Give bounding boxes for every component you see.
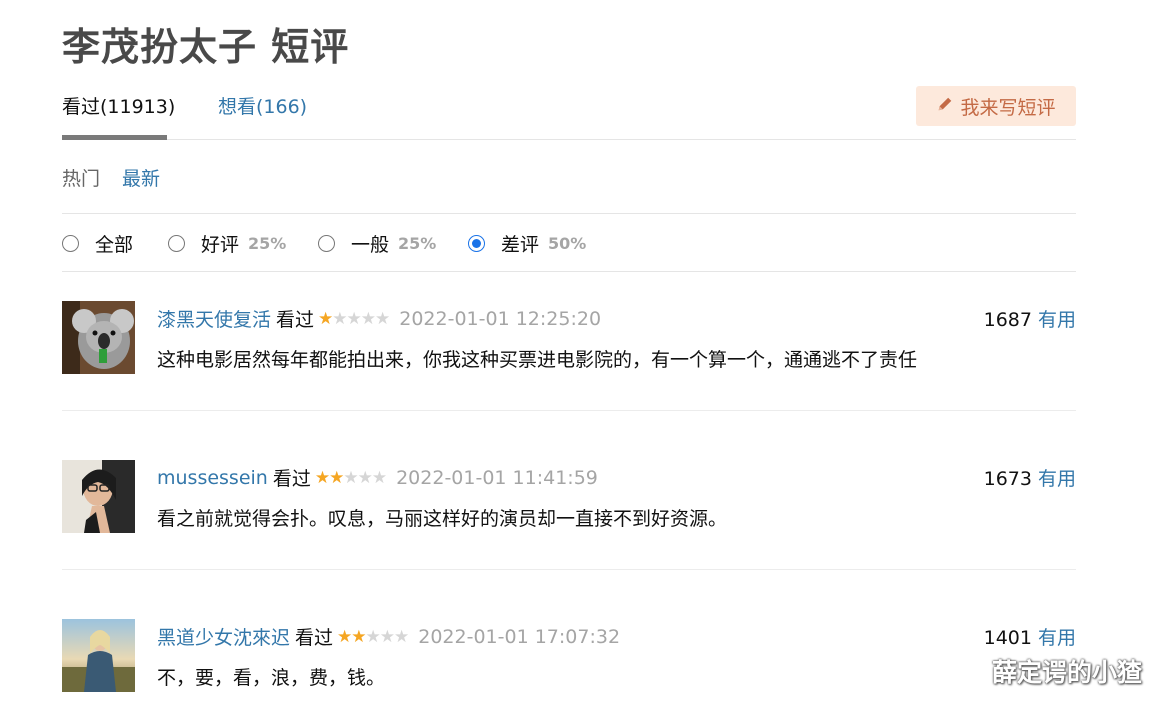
comment-item: 漆黑天使复活 看过 ★★★★★ 2022-01-01 12:25:20 1687…	[62, 301, 1076, 411]
page-title: 李茂扮太子 短评	[62, 25, 350, 69]
filter-good-label: 好评	[201, 234, 240, 256]
useful-button[interactable]: 有用	[1038, 309, 1076, 331]
sort-bar: 热门 最新	[62, 164, 1076, 214]
vote-count: 1673 有用	[984, 464, 1076, 491]
filter-bad-pct: 50%	[548, 234, 587, 253]
tab-seen[interactable]: 看过(11913)	[62, 92, 175, 119]
filter-average[interactable]: 一般 25%	[318, 230, 436, 257]
rating-stars: ★★★★★	[314, 467, 387, 488]
comment-user[interactable]: 黑道少女沈來迟	[157, 623, 290, 650]
tab-bar: 看过(11913) 想看(166) 我来写短评	[62, 84, 1076, 140]
filter-all[interactable]: 全部	[62, 230, 133, 257]
star-empty-icon: ★★★	[365, 626, 410, 647]
star-icon: ★★	[314, 467, 345, 488]
radio-bad[interactable]	[468, 235, 485, 252]
avatar[interactable]	[62, 301, 135, 374]
rating-stars: ★★★★★	[337, 626, 410, 647]
star-empty-icon: ★★★★	[332, 308, 390, 329]
star-icon: ★	[318, 308, 333, 329]
comment-item: 黑道少女沈來迟 看过 ★★★★★ 2022-01-01 17:07:32 140…	[62, 619, 1076, 703]
rating-stars: ★★★★★	[318, 308, 390, 329]
vote-count: 1401 有用	[984, 623, 1076, 650]
avatar[interactable]	[62, 460, 135, 533]
comment-status: 看过	[295, 627, 334, 649]
useful-button[interactable]: 有用	[1038, 627, 1076, 649]
filter-bad[interactable]: 差评 50%	[468, 230, 586, 257]
radio-all[interactable]	[62, 235, 79, 252]
comment-status: 看过	[276, 309, 315, 331]
comment-time[interactable]: 2022-01-01 17:07:32	[418, 626, 620, 648]
write-review-button[interactable]: 我来写短评	[916, 86, 1076, 126]
comment-header: 漆黑天使复活 看过 ★★★★★ 2022-01-01 12:25:20	[157, 305, 601, 332]
vote-number: 1673	[983, 468, 1032, 490]
filter-average-label: 一般	[351, 234, 390, 256]
sort-new[interactable]: 最新	[122, 164, 160, 191]
comment-time[interactable]: 2022-01-01 11:41:59	[396, 467, 598, 489]
vote-number: 1687	[983, 309, 1032, 331]
star-icon: ★★	[337, 626, 367, 647]
write-review-label: 我来写短评	[960, 96, 1056, 119]
comment-user[interactable]: 漆黑天使复活	[157, 305, 271, 332]
sort-hot[interactable]: 热门	[62, 164, 100, 191]
comment-text: 这种电影居然每年都能拍出来，你我这种买票进电影院的，有一个算一个，通通逃不了责任	[157, 349, 918, 371]
comment-text: 看之前就觉得会扑。叹息，马丽这样好的演员却一直接不到好资源。	[157, 508, 728, 530]
rating-filter-bar: 全部 好评 25% 一般 25% 差评 50%	[62, 228, 1076, 272]
active-tab-indicator	[62, 135, 167, 140]
radio-good[interactable]	[168, 235, 185, 252]
comment-status: 看过	[272, 468, 311, 490]
radio-average[interactable]	[318, 235, 335, 252]
comment-header: mussessein 看过 ★★★★★ 2022-01-01 11:41:59	[157, 464, 598, 491]
filter-average-pct: 25%	[398, 234, 437, 253]
comment-header: 黑道少女沈來迟 看过 ★★★★★ 2022-01-01 17:07:32	[157, 623, 620, 650]
vote-count: 1687 有用	[984, 305, 1076, 332]
vote-number: 1401	[983, 627, 1032, 649]
watermark: 薛定谔的小猹	[991, 658, 1142, 687]
useful-button[interactable]: 有用	[1038, 468, 1076, 490]
filter-good-pct: 25%	[248, 234, 287, 253]
comment-item: mussessein 看过 ★★★★★ 2022-01-01 11:41:59 …	[62, 460, 1076, 570]
comment-text: 不，要，看，浪，费，钱。	[157, 667, 386, 689]
filter-all-label: 全部	[95, 234, 134, 256]
avatar[interactable]	[62, 619, 135, 692]
filter-bad-label: 差评	[501, 234, 540, 256]
star-empty-icon: ★★★	[343, 467, 387, 488]
filter-good[interactable]: 好评 25%	[168, 230, 286, 257]
comment-time[interactable]: 2022-01-01 12:25:20	[399, 308, 601, 330]
pencil-icon	[936, 95, 954, 118]
comment-user[interactable]: mussessein	[157, 467, 268, 489]
tab-want[interactable]: 想看(166)	[218, 92, 307, 119]
